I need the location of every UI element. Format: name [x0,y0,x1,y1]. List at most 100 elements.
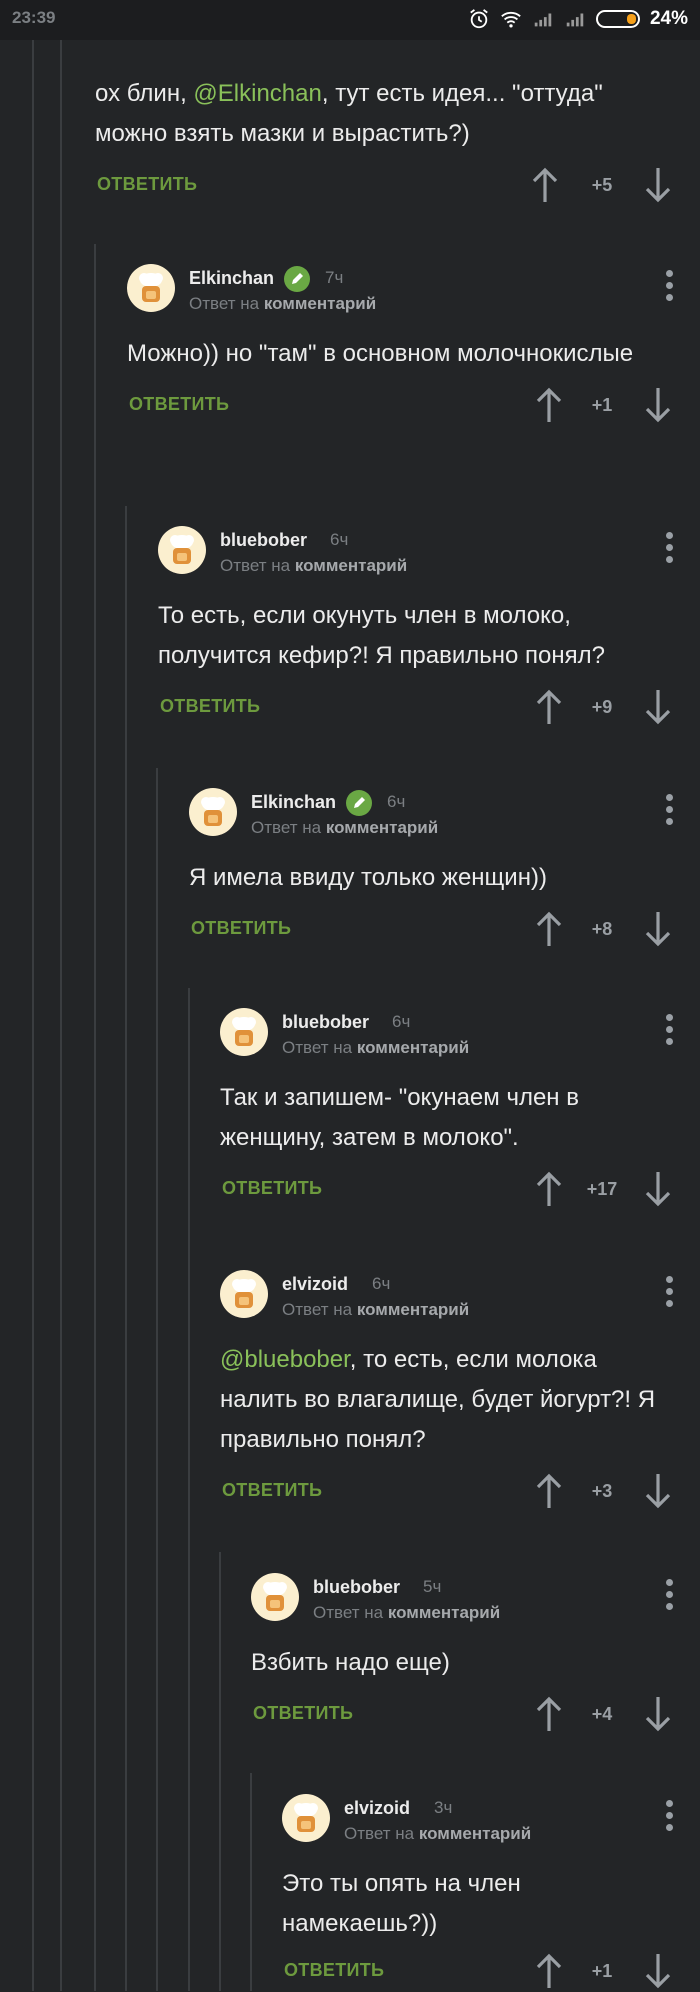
more-options-icon[interactable] [663,1014,675,1048]
comment-time: 7ч [325,268,344,287]
avatar[interactable] [220,1008,268,1056]
chef-avatar-icon [294,1803,318,1832]
comment-score: +5 [591,175,613,195]
comment-text: Так и запишем- "окунаем член в женщину, … [220,1084,579,1151]
reply-button[interactable]: ОТВЕТИТЬ [284,1960,384,1981]
comment: Elkinchan 7ч Ответ на комментарий Можно)… [127,264,675,426]
battery-icon [595,10,640,28]
avatar[interactable] [282,1794,330,1842]
comment-score: +1 [591,395,613,415]
comment-header: elvizoid 3ч Ответ на комментарий [282,1794,675,1850]
comment-actions: ОТВЕТИТЬ +1 [282,1952,675,1992]
downvote-arrow-icon[interactable] [643,910,673,948]
upvote-arrow-icon[interactable] [534,688,564,726]
reply-to-line[interactable]: Ответ на комментарий [220,556,407,576]
comment-actions: ОТВЕТИТЬ +5 [95,166,675,206]
comment-author[interactable]: elvizoid [344,1798,410,1819]
more-options-icon[interactable] [663,1276,675,1310]
comment-score: +4 [591,1704,613,1724]
upvote-arrow-icon[interactable] [534,910,564,948]
downvote-arrow-icon[interactable] [643,1170,673,1208]
battery-percent: 24% [649,8,688,29]
reply-to-line[interactable]: Ответ на комментарий [344,1824,531,1844]
comment-author[interactable]: bluebober [282,1012,369,1033]
upvote-arrow-icon[interactable] [534,1695,564,1733]
more-options-icon[interactable] [663,794,675,828]
comment-author[interactable]: bluebober [313,1577,400,1598]
comment-text: То есть, если окунуть член в молоко, пол… [158,602,605,669]
thread-line [32,40,34,1991]
comment-header: bluebober 6ч Ответ на комментарий [220,1008,675,1064]
comment-header: bluebober 5ч Ответ на комментарий [251,1573,675,1629]
comment-author[interactable]: bluebober [220,530,307,551]
reply-to-line[interactable]: Ответ на комментарий [251,818,438,838]
comment: bluebober 5ч Ответ на комментарий Взбить… [251,1573,675,1735]
more-options-icon[interactable] [663,270,675,304]
avatar[interactable] [158,526,206,574]
comment-author[interactable]: Elkinchan [251,792,336,813]
comment-header: bluebober 6ч Ответ на комментарий [158,526,675,582]
thread-line [250,1773,252,1991]
comment: ох блин, @Elkinchan, тут есть идея... "о… [95,74,675,206]
comment-text: Можно)) но "там" в основном молочнокислы… [127,340,634,367]
reply-button[interactable]: ОТВЕТИТЬ [253,1703,353,1724]
comment-author[interactable]: elvizoid [282,1274,348,1295]
downvote-arrow-icon[interactable] [643,166,673,204]
comment-header: elvizoid 6ч Ответ на комментарий [220,1270,675,1326]
upvote-arrow-icon[interactable] [534,1170,564,1208]
reply-button[interactable]: ОТВЕТИТЬ [97,174,197,195]
chef-avatar-icon [232,1279,256,1308]
comment-actions: ОТВЕТИТЬ +4 [251,1695,675,1735]
reply-to-line[interactable]: Ответ на комментарий [189,294,376,314]
pencil-badge-icon [284,266,310,292]
chef-avatar-icon [201,797,225,826]
comment-actions: ОТВЕТИТЬ +8 [189,910,675,950]
comment-header: Elkinchan 7ч Ответ на комментарий [127,264,675,320]
downvote-arrow-icon[interactable] [643,1472,673,1510]
downvote-arrow-icon[interactable] [643,386,673,424]
comment-time: 5ч [423,1577,442,1596]
comment-text: Взбить надо еще) [251,1649,450,1676]
chef-avatar-icon [263,1582,287,1611]
avatar[interactable] [220,1270,268,1318]
downvote-arrow-icon[interactable] [643,1952,673,1990]
upvote-arrow-icon[interactable] [534,386,564,424]
mention-link[interactable]: @bluebober [220,1346,350,1373]
more-options-icon[interactable] [663,1579,675,1613]
comment: bluebober 6ч Ответ на комментарий То ест… [158,526,675,728]
reply-to-line[interactable]: Ответ на комментарий [282,1300,469,1320]
comment: Elkinchan 6ч Ответ на комментарий Я имел… [189,788,675,950]
comment-score: +9 [591,697,613,717]
comment-time: 6ч [372,1274,391,1293]
avatar[interactable] [189,788,237,836]
more-options-icon[interactable] [663,532,675,566]
mention-link[interactable]: @Elkinchan [193,80,321,107]
thread-line [188,988,190,1991]
reply-button[interactable]: ОТВЕТИТЬ [222,1480,322,1501]
comment: bluebober 6ч Ответ на комментарий Так и … [220,1008,675,1210]
more-options-icon[interactable] [663,1800,675,1834]
upvote-arrow-icon[interactable] [534,1472,564,1510]
reply-button[interactable]: ОТВЕТИТЬ [129,394,229,415]
chef-avatar-icon [139,273,163,302]
upvote-arrow-icon[interactable] [530,166,560,204]
comment-actions: ОТВЕТИТЬ +17 [220,1170,675,1210]
reply-button[interactable]: ОТВЕТИТЬ [222,1178,322,1199]
chef-avatar-icon [232,1017,256,1046]
thread-line [219,1552,221,1991]
avatar[interactable] [251,1573,299,1621]
comment-score: +1 [591,1961,613,1981]
signal-icon [534,13,552,27]
upvote-arrow-icon[interactable] [534,1952,564,1990]
comment-author[interactable]: Elkinchan [189,268,274,289]
comment-header: Elkinchan 6ч Ответ на комментарий [189,788,675,844]
status-bar: 23:39 24% [0,0,700,40]
reply-to-line[interactable]: Ответ на комментарий [313,1603,500,1623]
reply-button[interactable]: ОТВЕТИТЬ [191,918,291,939]
reply-button[interactable]: ОТВЕТИТЬ [160,696,260,717]
downvote-arrow-icon[interactable] [643,1695,673,1733]
comment-text: Это ты опять на член намекаешь?)) [282,1870,521,1937]
downvote-arrow-icon[interactable] [643,688,673,726]
avatar[interactable] [127,264,175,312]
reply-to-line[interactable]: Ответ на комментарий [282,1038,469,1058]
